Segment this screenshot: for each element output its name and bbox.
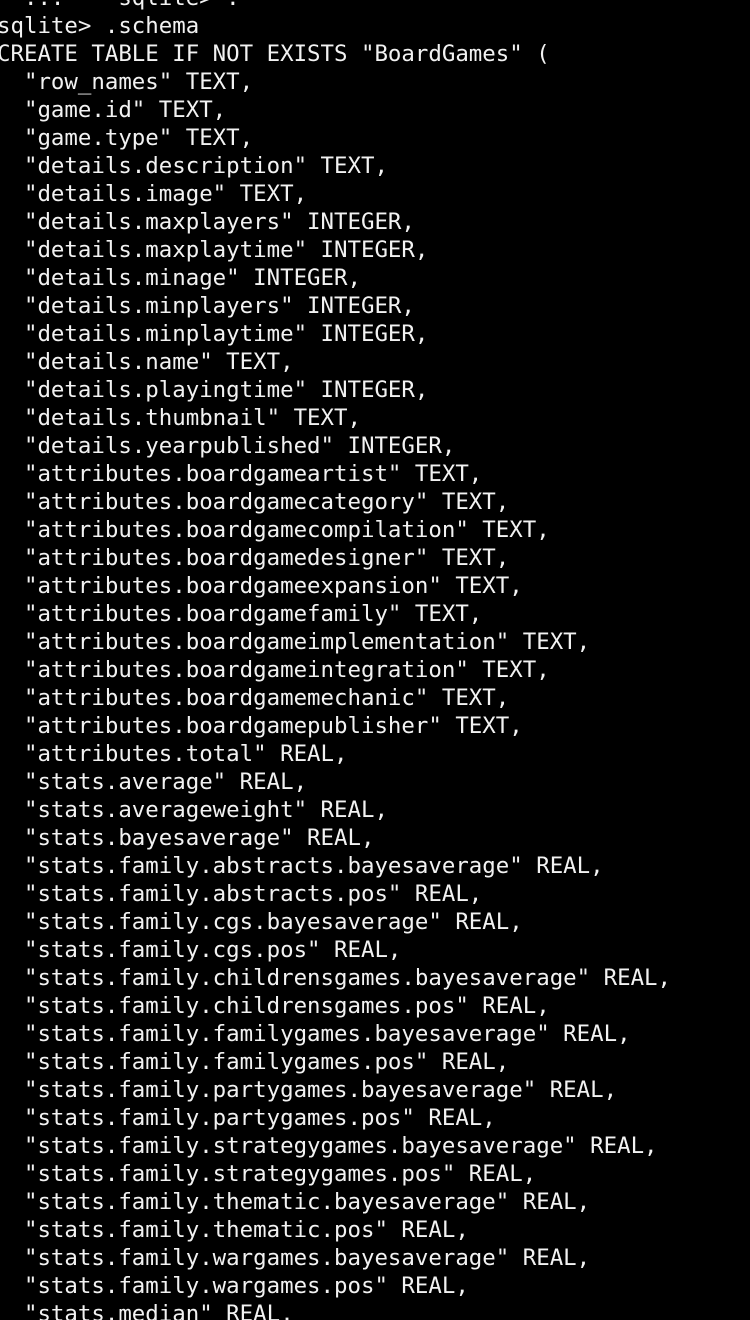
terminal-line: "attributes.boardgameartist" TEXT,	[0, 461, 483, 487]
terminal-line: "details.maxplayers" INTEGER,	[0, 209, 415, 235]
terminal-line: "stats.family.partygames.pos" REAL,	[0, 1105, 496, 1131]
terminal-line: "stats.averageweight" REAL,	[0, 797, 388, 823]
terminal-line: "stats.family.wargames.pos" REAL,	[0, 1273, 469, 1299]
terminal-line: "details.playingtime" INTEGER,	[0, 377, 429, 403]
terminal-line: "attributes.boardgamedesigner" TEXT,	[0, 545, 510, 571]
terminal-line: "stats.family.familygames.pos" REAL,	[0, 1049, 510, 1075]
terminal-line: "attributes.boardgamecategory" TEXT,	[0, 489, 510, 515]
terminal-line: "stats.family.thematic.bayesaverage" REA…	[0, 1189, 591, 1215]
terminal-line: "attributes.boardgameimplementation" TEX…	[0, 629, 591, 655]
terminal-line: "attributes.boardgameintegration" TEXT,	[0, 657, 550, 683]
terminal-line: "attributes.boardgamefamily" TEXT,	[0, 601, 483, 627]
terminal-line: "game.type" TEXT,	[0, 125, 254, 151]
terminal-line: "stats.family.cgs.bayesaverage" REAL,	[0, 909, 523, 935]
terminal-line: "attributes.boardgamepublisher" TEXT,	[0, 713, 523, 739]
terminal-line: "stats.family.strategygames.pos" REAL,	[0, 1161, 537, 1187]
terminal-line: "stats.family.strategygames.bayesaverage…	[0, 1133, 658, 1159]
terminal-line: "attributes.boardgamecompilation" TEXT,	[0, 517, 550, 543]
terminal-line: "stats.family.abstracts.bayesaverage" RE…	[0, 853, 604, 879]
terminal-line: "game.id" TEXT,	[0, 97, 227, 123]
terminal-line: "details.maxplaytime" INTEGER,	[0, 237, 429, 263]
terminal-line: "details.minplaytime" INTEGER,	[0, 321, 429, 347]
terminal-line: "details.minage" INTEGER,	[0, 265, 361, 291]
terminal-line: ... sqlite> .	[0, 0, 671, 12]
schema-command-line: sqlite> .schema	[0, 13, 200, 39]
terminal-line: "details.thumbnail" TEXT,	[0, 405, 361, 431]
terminal-line: "details.minplayers" INTEGER,	[0, 293, 415, 319]
terminal-line: "details.description" TEXT,	[0, 153, 388, 179]
terminal-line: "attributes.boardgamemechanic" TEXT,	[0, 685, 510, 711]
terminal-window[interactable]: ... sqlite> .sqlite> .schemaCREATE TABLE…	[0, 0, 750, 1320]
terminal-line: "stats.family.cgs.pos" REAL,	[0, 937, 402, 963]
terminal-line: "details.name" TEXT,	[0, 349, 294, 375]
terminal-line: "stats.family.familygames.bayesaverage" …	[0, 1021, 631, 1047]
terminal-line: "attributes.boardgameexpansion" TEXT,	[0, 573, 523, 599]
terminal-line: "stats.family.childrensgames.pos" REAL,	[0, 993, 550, 1019]
create-table-line: CREATE TABLE IF NOT EXISTS "BoardGames" …	[0, 41, 550, 67]
terminal-line: "attributes.total" REAL,	[0, 741, 348, 767]
terminal-line: "details.image" TEXT,	[0, 181, 308, 207]
terminal-line: "stats.bayesaverage" REAL,	[0, 825, 375, 851]
terminal-line: "stats.average" REAL,	[0, 769, 308, 795]
terminal-line: "stats.family.thematic.pos" REAL,	[0, 1217, 469, 1243]
terminal-line: "stats.family.partygames.bayesaverage" R…	[0, 1077, 618, 1103]
terminal-line: "stats.family.wargames.bayesaverage" REA…	[0, 1245, 591, 1271]
terminal-line: "stats.median" REAL,	[0, 1301, 294, 1320]
terminal-line: "stats.family.childrensgames.bayesaverag…	[0, 965, 672, 991]
terminal-line: "row_names" TEXT,	[0, 69, 254, 95]
terminal-line: "details.yearpublished" INTEGER,	[0, 433, 456, 459]
terminal-output: ... sqlite> .sqlite> .schemaCREATE TABLE…	[0, 0, 671, 1320]
terminal-line: "stats.family.abstracts.pos" REAL,	[0, 881, 483, 907]
